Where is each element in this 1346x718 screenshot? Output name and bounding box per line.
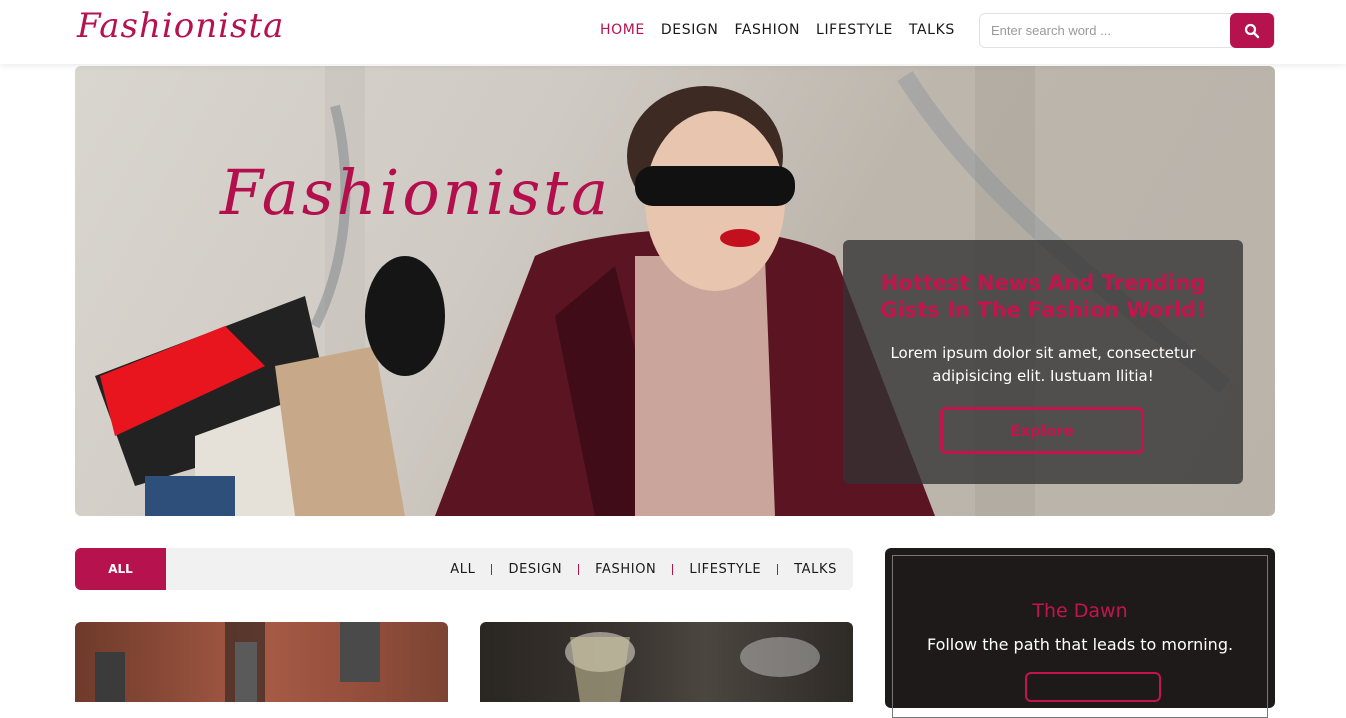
- explore-button[interactable]: Explore: [940, 407, 1144, 454]
- widget-text: Follow the path that leads to morning.: [926, 635, 1234, 654]
- hero-title: Hottest News And Trending Gists In The F…: [880, 271, 1206, 322]
- post-card[interactable]: [480, 622, 853, 702]
- hero-card: Hottest News And Trending Gists In The F…: [843, 240, 1243, 484]
- search-icon: [1244, 23, 1260, 38]
- nav-design[interactable]: DESIGN: [661, 22, 719, 38]
- filter-divider: [491, 563, 493, 575]
- post-card[interactable]: [75, 622, 448, 702]
- nav-talks[interactable]: TALKS: [909, 22, 955, 38]
- active-filter-tab[interactable]: ALL: [75, 548, 166, 590]
- filter-fashion[interactable]: FASHION: [595, 562, 656, 577]
- nav-fashion[interactable]: FASHION: [734, 22, 800, 38]
- filter-items: ALL DESIGN FASHION LIFESTYLE TALKS: [450, 548, 837, 590]
- filter-design[interactable]: DESIGN: [508, 562, 562, 577]
- nav-lifestyle[interactable]: LIFESTYLE: [816, 22, 893, 38]
- site-header: Fashionista HOME DESIGN FASHION LIFESTYL…: [0, 0, 1346, 64]
- filter-divider: [672, 563, 674, 575]
- post-card-image: [565, 632, 820, 702]
- filter-divider: [578, 563, 580, 575]
- filter-divider: [777, 563, 779, 575]
- nav-home[interactable]: HOME: [600, 22, 645, 38]
- filter-all[interactable]: ALL: [450, 562, 475, 577]
- post-card-image: [95, 622, 380, 702]
- search-input[interactable]: [980, 14, 1230, 47]
- main-nav: HOME DESIGN FASHION LIFESTYLE TALKS: [600, 22, 955, 38]
- category-filter-bar: ALL ALL DESIGN FASHION LIFESTYLE TALKS: [75, 548, 853, 590]
- search-box: [979, 13, 1275, 48]
- search-button[interactable]: [1230, 13, 1274, 48]
- widget-button[interactable]: [1025, 672, 1161, 702]
- site-logo[interactable]: Fashionista: [77, 6, 284, 46]
- filter-talks[interactable]: TALKS: [794, 562, 837, 577]
- hero-logo-text: Fashionista: [220, 156, 612, 229]
- sidebar-widget: The Dawn Follow the path that leads to m…: [885, 548, 1275, 718]
- widget-title: The Dawn: [1032, 600, 1128, 622]
- hero-description: Lorem ipsum dolor sit amet, consectetur …: [890, 344, 1196, 385]
- hero-banner: Fashionista Hottest News And Trending Gi…: [75, 66, 1275, 516]
- filter-lifestyle[interactable]: LIFESTYLE: [689, 562, 761, 577]
